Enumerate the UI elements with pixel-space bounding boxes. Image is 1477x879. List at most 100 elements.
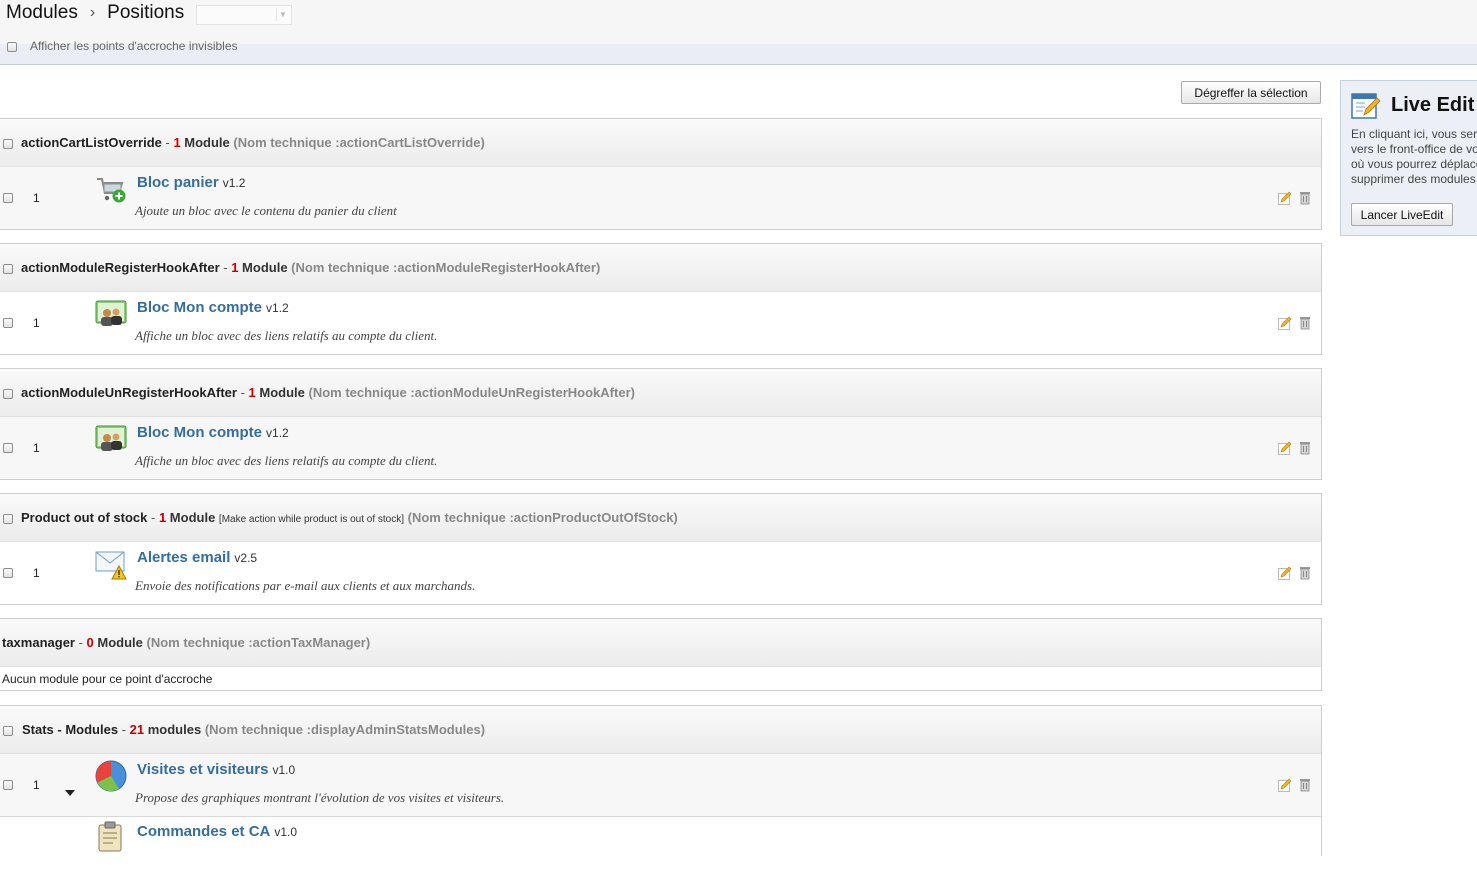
- module-version: v1.0: [272, 763, 296, 777]
- module-position: 1: [33, 778, 40, 792]
- module-count: 1: [248, 385, 256, 400]
- trash-icon[interactable]: [1299, 778, 1311, 792]
- hook-name: Stats - Modules: [22, 722, 119, 737]
- module-checkbox[interactable]: [3, 568, 13, 578]
- breadcrumb-modules[interactable]: Modules: [6, 2, 78, 24]
- hook-header: Stats - Modules - 21 modules (Nom techni…: [0, 706, 1321, 754]
- module-description: Affiche un bloc avec des liens relatifs …: [135, 453, 438, 468]
- module-name[interactable]: Bloc Mon compte v1.2: [137, 299, 289, 316]
- module-row[interactable]: 1 Alertes email v2.5 Envoie des notificat…: [0, 542, 1321, 604]
- hook-header: actionModuleUnRegisterHookAfter - 1 Modu…: [0, 369, 1321, 417]
- hook-technical-name: (Nom technique :actionModuleUnRegisterHo…: [308, 385, 635, 400]
- cart-icon: [97, 178, 126, 203]
- hook-separator: -: [236, 385, 249, 400]
- pencil-icon[interactable]: [1278, 566, 1292, 580]
- module-description: Propose des graphiques montrant l'évolut…: [135, 790, 505, 805]
- module-description: Envoie des notifications par e-mail aux …: [135, 578, 476, 593]
- module-row[interactable]: 1 Visites et visiteurs v1.0 Propose des g…: [0, 754, 1321, 817]
- account-icon: [95, 300, 127, 326]
- module-checkbox[interactable]: [3, 443, 13, 453]
- module-name[interactable]: Alertes email v2.5: [137, 549, 257, 566]
- module-count: 1: [173, 135, 181, 150]
- pencil-icon[interactable]: [1278, 778, 1292, 792]
- hook-section: taxmanager - 0 Module (Nom technique :ac…: [0, 618, 1322, 691]
- liveedit-title: Live Edit: [1391, 94, 1475, 116]
- hook-separator: -: [74, 635, 87, 650]
- hook-checkbox[interactable]: [3, 514, 13, 524]
- hook-technical-name: (Nom technique :displayAdminStatsModules…: [204, 722, 486, 737]
- hook-name: Product out of stock: [21, 510, 148, 525]
- module-name[interactable]: Bloc Mon compte v1.2: [137, 424, 289, 441]
- module-name[interactable]: Bloc panier v1.2: [137, 174, 245, 191]
- unhook-selection-button[interactable]: Dégreffer la sélection: [1181, 81, 1321, 104]
- hook-header: taxmanager - 0 Module (Nom technique :ac…: [0, 619, 1321, 667]
- pencil-icon[interactable]: [1278, 191, 1292, 205]
- hook-separator: -: [219, 260, 232, 275]
- module-position: 1: [33, 191, 40, 205]
- hook-header: actionModuleRegisterHookAfter - 1 Module…: [0, 244, 1321, 292]
- breadcrumb-dropdown[interactable]: ▼: [196, 5, 292, 25]
- module-version: v1.2: [266, 301, 289, 315]
- hook-name: taxmanager: [2, 635, 75, 650]
- hook-name: actionModuleUnRegisterHookAfter: [21, 385, 237, 400]
- module-count-label: Module: [255, 385, 305, 400]
- hook-technical-name: (Nom technique :actionModuleRegisterHook…: [291, 260, 601, 275]
- hook-separator: -: [147, 510, 159, 525]
- pencil-icon[interactable]: [1278, 316, 1292, 330]
- hook-section: Stats - Modules - 21 modules (Nom techni…: [0, 705, 1322, 879]
- hook-section: actionModuleUnRegisterHookAfter - 1 Modu…: [0, 368, 1322, 480]
- module-row[interactable]: 1 Bloc panier v1.2 Ajoute un bloc avec le…: [0, 167, 1321, 229]
- hook-checkbox[interactable]: [3, 389, 13, 399]
- module-count-label: Module: [166, 510, 216, 525]
- hook-name: actionModuleRegisterHookAfter: [21, 260, 220, 275]
- module-position: 1: [33, 566, 40, 580]
- hook-technical-name: (Nom technique :actionCartListOverride): [233, 135, 485, 150]
- show-invisible-checkbox[interactable]: [7, 42, 17, 52]
- pencil-icon[interactable]: [1278, 441, 1292, 455]
- launch-liveedit-button[interactable]: Lancer LiveEdit: [1351, 203, 1453, 226]
- trash-icon[interactable]: [1299, 316, 1311, 330]
- module-position: 1: [33, 441, 40, 455]
- empty-hook-message: Aucun module pour ce point d'accroche: [0, 667, 1321, 690]
- module-name[interactable]: Visites et visiteurs v1.0: [137, 761, 295, 778]
- top-bar: Modules › Positions ▼: [0, 0, 1477, 44]
- breadcrumb-positions: Positions: [107, 2, 185, 23]
- module-name[interactable]: Commandes et CA v1.0: [137, 823, 297, 840]
- trash-icon[interactable]: [1299, 191, 1311, 205]
- pie-chart-icon: [95, 760, 127, 792]
- breadcrumb: Modules › Positions: [6, 2, 184, 24]
- module-count-label: Module: [238, 260, 288, 275]
- module-version: v1.2: [222, 176, 246, 190]
- show-invisible-label: Afficher les points d'accroche invisible…: [30, 39, 238, 53]
- hook-checkbox[interactable]: [3, 139, 13, 149]
- hook-name: actionCartListOverride: [21, 135, 162, 150]
- move-down-arrow-icon[interactable]: [65, 790, 75, 796]
- hook-section: actionModuleRegisterHookAfter - 1 Module…: [0, 243, 1322, 355]
- hook-checkbox[interactable]: [3, 726, 13, 736]
- module-row[interactable]: 1 Bloc Mon compte v1.2 Affiche un bloc av…: [0, 292, 1321, 354]
- module-description: Ajoute un bloc avec le contenu du panier…: [135, 203, 397, 218]
- module-checkbox[interactable]: [3, 318, 13, 328]
- clipboard-icon: [98, 821, 122, 852]
- trash-icon[interactable]: [1299, 441, 1311, 455]
- module-checkbox[interactable]: [3, 780, 13, 790]
- module-row[interactable]: 1 Bloc Mon compte v1.2 Affiche un bloc av…: [0, 417, 1321, 479]
- hook-section: actionCartListOverride - 1 Module (Nom t…: [0, 118, 1322, 230]
- liveedit-panel: Live Edit En cliquant ici, vous serez re…: [1340, 80, 1477, 236]
- module-version: v2.5: [234, 551, 258, 565]
- module-count-label: Module: [180, 135, 230, 150]
- trash-icon[interactable]: [1299, 566, 1311, 580]
- module-checkbox[interactable]: [3, 193, 13, 203]
- module-position: 1: [33, 316, 40, 330]
- hook-description: [Make action while product is out of sto…: [218, 514, 405, 525]
- hook-separator: -: [118, 722, 130, 737]
- hook-checkbox[interactable]: [3, 264, 13, 274]
- hook-header: Product out of stock - 1 Module [Make ac…: [0, 494, 1321, 542]
- module-count-label: Module: [93, 635, 143, 650]
- hook-section: Product out of stock - 1 Module [Make ac…: [0, 493, 1322, 605]
- hook-separator: -: [161, 135, 174, 150]
- module-row[interactable]: Commandes et CA v1.0: [0, 817, 1321, 879]
- module-version: v1.2: [266, 426, 289, 440]
- chevron-down-icon: ▼: [276, 8, 289, 21]
- module-description: Affiche un bloc avec des liens relatifs …: [135, 328, 438, 343]
